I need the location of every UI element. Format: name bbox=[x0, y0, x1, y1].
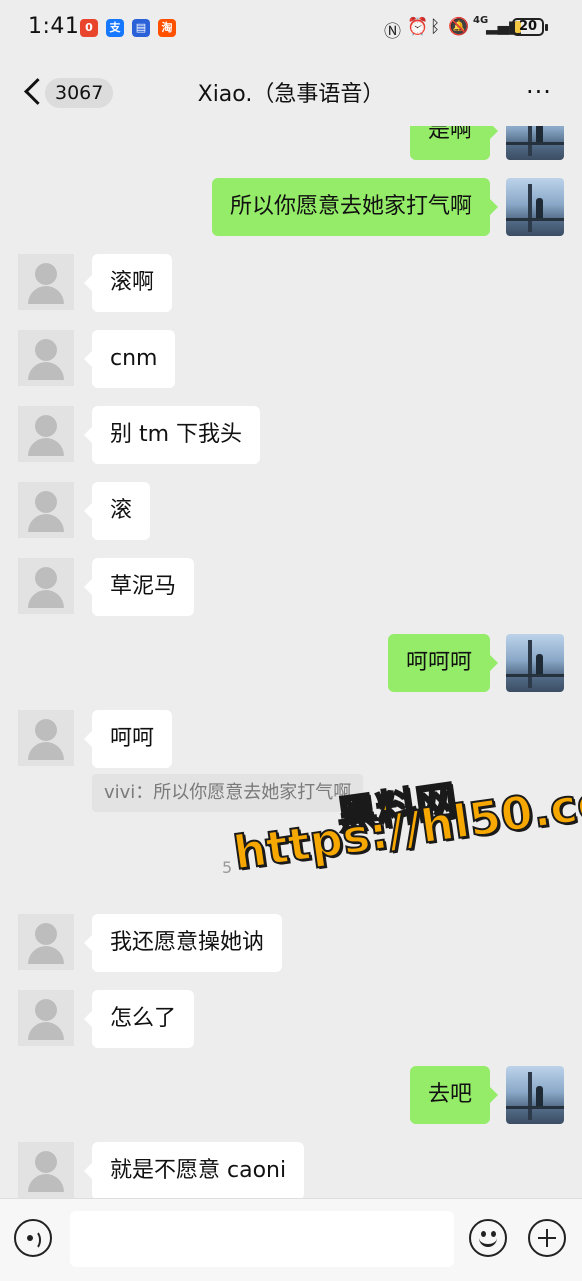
plus-icon[interactable] bbox=[528, 1219, 566, 1257]
contact-avatar[interactable] bbox=[18, 1142, 74, 1198]
message-bubble[interactable]: 是啊 bbox=[409, 126, 499, 160]
chat-header: 3067 Xiao.（急事语音） ··· bbox=[0, 58, 582, 126]
quoted-message[interactable]: vivi：所以你愿意去她家打气啊 bbox=[92, 774, 364, 812]
my-avatar[interactable] bbox=[506, 1066, 564, 1124]
contact-avatar[interactable] bbox=[18, 482, 74, 538]
message-bubble[interactable]: cnm bbox=[83, 330, 176, 388]
battery-icon: 20 bbox=[512, 18, 548, 36]
alarm-icon: ⏰ bbox=[407, 17, 429, 37]
chat-title[interactable]: Xiao.（急事语音） bbox=[0, 76, 582, 108]
message-bubble[interactable]: 所以你愿意去她家打气啊 bbox=[211, 178, 499, 236]
battery-level: 20 bbox=[518, 19, 538, 34]
message-bubble[interactable]: 呵呵 bbox=[83, 710, 173, 768]
contact-avatar[interactable] bbox=[18, 406, 74, 462]
contact-avatar[interactable] bbox=[18, 914, 74, 970]
my-avatar[interactable] bbox=[506, 634, 564, 692]
message-bubble[interactable]: 就是不愿意 caoni bbox=[83, 1142, 305, 1198]
app-icon-red: 0 bbox=[80, 19, 98, 37]
status-bar: 1:41 0 支 ▤ 淘 Ⓝ ⏰ ᛒ 🔕 4G ▂▄▆ 20 bbox=[0, 0, 582, 58]
message-list[interactable]: 是啊 所以你愿意去她家打气啊 滚啊 cnm 别 tm 下我头 滚 草泥马 呵呵呵… bbox=[0, 126, 582, 1198]
contact-avatar[interactable] bbox=[18, 710, 74, 766]
app-icon-blue: ▤ bbox=[132, 19, 150, 37]
message-input[interactable] bbox=[70, 1211, 454, 1267]
input-bar bbox=[0, 1198, 582, 1281]
message-bubble[interactable]: 滚 bbox=[83, 482, 151, 540]
more-icon[interactable]: ··· bbox=[526, 78, 552, 106]
nfc-icon: Ⓝ bbox=[384, 22, 401, 42]
contact-avatar[interactable] bbox=[18, 330, 74, 386]
message-bubble[interactable]: 呵呵呵 bbox=[387, 634, 499, 692]
my-avatar[interactable] bbox=[506, 126, 564, 160]
message-bubble[interactable]: 滚啊 bbox=[83, 254, 173, 312]
contact-avatar[interactable] bbox=[18, 558, 74, 614]
message-timestamp: 5 bbox=[222, 858, 233, 877]
message-bubble[interactable]: 我还愿意操她讷 bbox=[83, 914, 283, 972]
alipay-icon: 支 bbox=[106, 19, 124, 37]
message-bubble[interactable]: 草泥马 bbox=[83, 558, 195, 616]
contact-avatar[interactable] bbox=[18, 990, 74, 1046]
status-time: 1:41 bbox=[28, 14, 80, 39]
contact-avatar[interactable] bbox=[18, 254, 74, 310]
taobao-icon: 淘 bbox=[158, 19, 176, 37]
bluetooth-icon: ᛒ bbox=[430, 17, 441, 37]
message-bubble[interactable]: 怎么了 bbox=[83, 990, 195, 1048]
my-avatar[interactable] bbox=[506, 178, 564, 236]
voice-icon[interactable] bbox=[14, 1219, 52, 1257]
message-bubble[interactable]: 去吧 bbox=[409, 1066, 499, 1124]
mute-icon: 🔕 bbox=[448, 17, 470, 37]
emoji-icon[interactable] bbox=[469, 1219, 507, 1257]
message-bubble[interactable]: 别 tm 下我头 bbox=[83, 406, 261, 464]
